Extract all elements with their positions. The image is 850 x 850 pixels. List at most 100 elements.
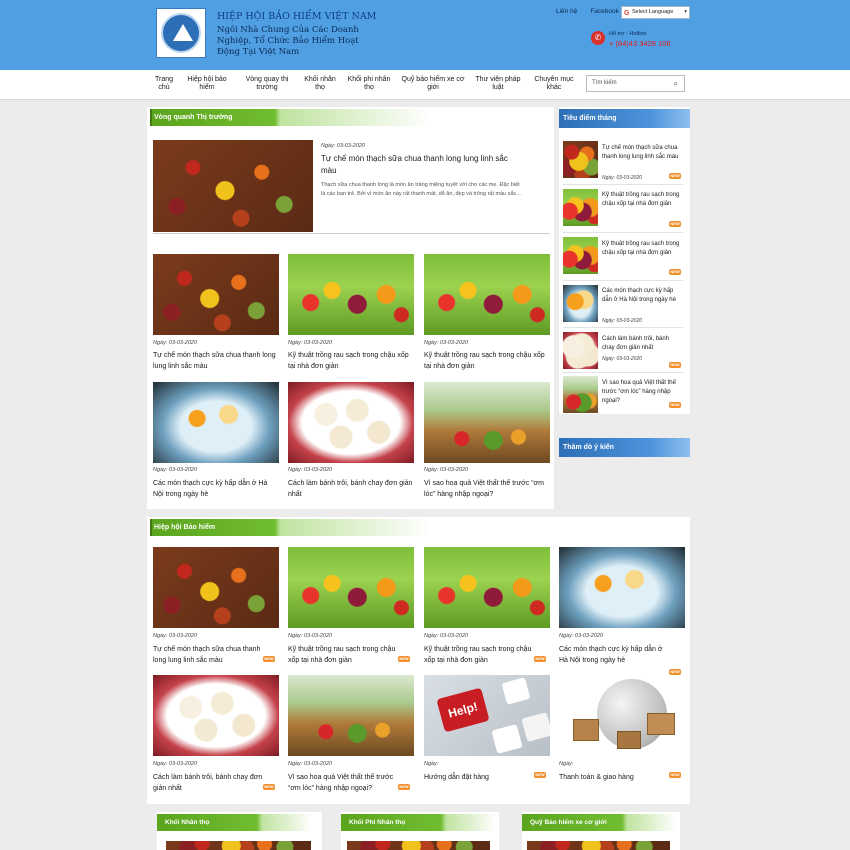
sidebar-item-date: Ngày: 03-03-2020 xyxy=(602,318,643,324)
life-section-title[interactable]: Khối Nhân thọ xyxy=(157,814,322,831)
sidebar-thumb[interactable] xyxy=(563,237,598,274)
search-input[interactable]: Tìm kiếm ⌕ xyxy=(586,75,685,92)
card-title[interactable]: Tự chế món thạch sữa chua thanh long lun… xyxy=(153,645,263,666)
card-image[interactable] xyxy=(559,675,685,756)
divider xyxy=(563,372,683,373)
new-badge: NEW xyxy=(398,784,410,790)
box-icon xyxy=(647,713,675,735)
new-badge: NEW xyxy=(398,656,410,662)
sidebar-thumb[interactable] xyxy=(563,285,598,322)
nav-market[interactable]: Vòng quay thị trường xyxy=(242,76,292,92)
card-date: Ngày: 03-03-2020 xyxy=(288,633,333,639)
nav-association[interactable]: Hiệp hội bảo hiểm xyxy=(183,76,231,92)
sidebar-item-title[interactable]: Cách làm bánh trôi, bánh chay đơn giản n… xyxy=(602,335,682,353)
site-logo[interactable] xyxy=(157,9,205,57)
featured-image[interactable] xyxy=(153,140,313,232)
card-date: Ngày: 03-03-2020 xyxy=(288,340,333,346)
card-image[interactable] xyxy=(153,547,279,628)
featured-title[interactable]: Tự chế món thạch sữa chua thanh long lun… xyxy=(321,153,521,177)
card-image[interactable] xyxy=(288,254,414,335)
non-life-section-title[interactable]: Khối Phi Nhân thọ xyxy=(341,814,499,831)
card-image[interactable] xyxy=(347,841,490,850)
key-icon xyxy=(521,712,550,742)
card-date: Ngày: xyxy=(559,761,574,767)
vehicle-fund-section-title[interactable]: Quỹ Bảo hiểm xe cơ giới xyxy=(522,814,680,831)
new-badge: NEW xyxy=(534,772,546,778)
card-date: Ngày: 03-03-2020 xyxy=(288,467,333,473)
new-badge: NEW xyxy=(669,269,681,275)
sidebar-thumb[interactable] xyxy=(563,141,598,178)
association-section-title[interactable]: Hiệp hội Bảo hiểm xyxy=(150,519,687,536)
card-image[interactable] xyxy=(527,841,670,850)
card-date: Ngày: 03-03-2020 xyxy=(424,340,469,346)
card-title[interactable]: Vì sao hoa quả Việt thất thế trước “ơm l… xyxy=(288,773,400,794)
new-badge: NEW xyxy=(263,656,275,662)
search-icon[interactable]: ⌕ xyxy=(674,76,678,91)
card-title[interactable]: Thanh toán & giao hàng xyxy=(559,773,671,784)
language-label: Select Language xyxy=(632,9,674,15)
new-badge: NEW xyxy=(669,221,681,227)
featured-excerpt: Thạch sữa chua thanh long là món ăn trán… xyxy=(321,182,521,197)
card-image[interactable] xyxy=(424,382,550,463)
card-title[interactable]: Cách làm bánh trôi, bánh chay đơn giản n… xyxy=(288,479,414,500)
card-image[interactable] xyxy=(153,382,279,463)
card-title[interactable]: Kỹ thuật trồng rau sạch trong chậu xốp t… xyxy=(288,645,400,666)
card-title[interactable]: Các món thạch cực kỳ hấp dẫn ở Hà Nội tr… xyxy=(153,479,279,500)
hotline-number[interactable]: + (84)43 3428 106 xyxy=(609,39,671,48)
contact-link[interactable]: Liên hệ xyxy=(556,8,577,15)
key-icon xyxy=(491,724,523,754)
card-image[interactable] xyxy=(166,841,311,850)
google-icon: G xyxy=(624,10,630,17)
key-icon xyxy=(501,677,531,705)
card-title[interactable]: Kỹ thuật trồng rau sạch trong chậu xốp t… xyxy=(424,351,550,372)
card-image[interactable] xyxy=(288,547,414,628)
card-title[interactable]: Tự chế món thạch sữa chua thanh long lun… xyxy=(153,351,279,372)
search-placeholder: Tìm kiếm xyxy=(592,80,617,86)
card-title[interactable]: Hướng dẫn đặt hàng xyxy=(424,773,536,784)
card-image[interactable] xyxy=(288,675,414,756)
card-title[interactable]: Kỹ thuật trồng rau sạch trong chậu xốp t… xyxy=(424,645,536,666)
card-title[interactable]: Vì sao hoa quả Việt thất thế trước “ơm l… xyxy=(424,479,550,500)
sidebar-thumb[interactable] xyxy=(563,189,598,226)
site-name[interactable]: HIỆP HỘI BẢO HIỂM VIỆT NAM xyxy=(217,11,376,22)
sidebar-title[interactable]: Tiêu điểm tháng xyxy=(559,109,690,128)
nav-vehicle-fund[interactable]: Quỹ bảo hiểm xe cơ giới xyxy=(398,76,468,92)
card-date: Ngày: xyxy=(424,761,439,767)
card-title[interactable]: Cách làm bánh trôi, bánh chay đơn giản n… xyxy=(153,773,265,794)
card-image[interactable] xyxy=(559,547,685,628)
card-title[interactable]: Các món thạch cực kỳ hấp dẫn ở Hà Nội tr… xyxy=(559,645,671,666)
new-badge: NEW xyxy=(669,402,681,408)
facebook-link[interactable]: Facebook xyxy=(590,8,619,15)
nav-other[interactable]: Chuyên mục khác xyxy=(530,76,578,92)
nav-law-library[interactable]: Thư viện pháp luật xyxy=(472,76,524,92)
market-section-title[interactable]: Vòng quanh Thị trường xyxy=(150,109,551,126)
card-image[interactable] xyxy=(153,675,279,756)
card-date: Ngày: 03-03-2020 xyxy=(153,340,198,346)
card-title[interactable]: Kỹ thuật trồng rau sạch trong chậu xốp t… xyxy=(288,351,414,372)
new-badge: NEW xyxy=(534,656,546,662)
nav-non-life[interactable]: Khối phi nhân thọ xyxy=(344,76,394,92)
featured-date: Ngày: 03-03-2020 xyxy=(321,143,366,149)
nav-life[interactable]: Khối nhân thọ xyxy=(302,76,338,92)
sidebar-item-title[interactable]: Các món thạch cực kỳ hấp dẫn ở Hà Nội tr… xyxy=(602,287,682,305)
card-image[interactable] xyxy=(153,254,279,335)
nav-home[interactable]: Trang chủ xyxy=(152,76,176,92)
card-image[interactable] xyxy=(424,547,550,628)
card-image[interactable] xyxy=(288,382,414,463)
divider xyxy=(563,280,683,281)
card-image[interactable]: Help! xyxy=(424,675,550,756)
main-nav: Trang chủ Hiệp hội bảo hiểm Vòng quay th… xyxy=(0,70,850,100)
sidebar-thumb[interactable] xyxy=(563,376,598,413)
poll-title[interactable]: Thăm dò ý kiến xyxy=(559,438,690,457)
divider xyxy=(563,184,683,185)
phone-icon: ✆ xyxy=(591,31,605,45)
sidebar-item-title[interactable]: Tự chế món thạch sữa chua thanh long lun… xyxy=(602,144,682,162)
card-image[interactable] xyxy=(424,254,550,335)
sidebar-thumb[interactable] xyxy=(563,332,598,369)
card-date: Ngày: 03-03-2020 xyxy=(424,633,469,639)
card-date: Ngày: 03-03-2020 xyxy=(424,467,469,473)
divider xyxy=(563,232,683,233)
sidebar-item-title[interactable]: Kỹ thuật trồng rau sạch trong chậu xốp t… xyxy=(602,191,682,209)
sidebar-item-title[interactable]: Kỹ thuật trồng rau sạch trong chậu xốp t… xyxy=(602,240,682,258)
language-select[interactable]: G Select Language ▾ xyxy=(621,6,690,19)
